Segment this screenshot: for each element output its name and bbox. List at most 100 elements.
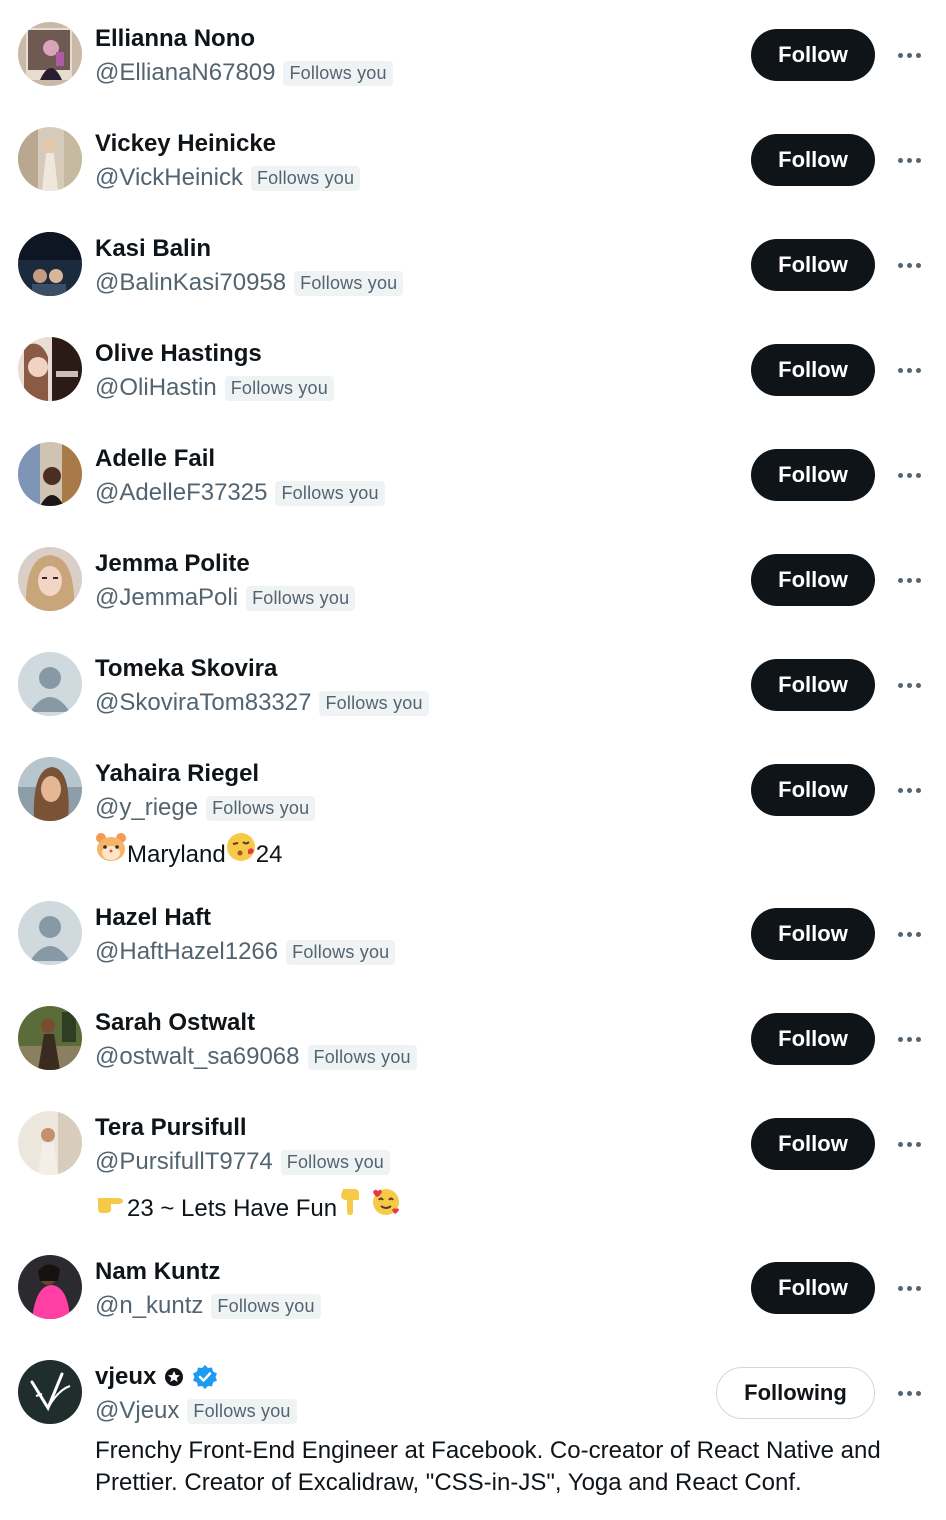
user-handle[interactable]: @SkoviraTom83327 (95, 689, 311, 717)
user-list: Ellianna Nono @EllianaN67809 Follows you … (0, 0, 946, 1520)
user-handle[interactable]: @JemmaPoli (95, 584, 238, 612)
user-bio: Maryland 24 (95, 832, 915, 871)
user-handle[interactable]: @AdelleF37325 (95, 479, 267, 507)
more-options-icon[interactable] (893, 1129, 925, 1159)
display-name[interactable]: Tomeka Skovira (95, 655, 277, 683)
more-options-icon[interactable] (893, 40, 925, 70)
user-handle[interactable]: @BalinKasi70958 (95, 269, 286, 297)
avatar[interactable] (18, 1006, 82, 1070)
more-options-icon[interactable] (893, 1024, 925, 1054)
display-name[interactable]: Vickey Heinicke (95, 130, 276, 158)
display-name[interactable]: Hazel Haft (95, 904, 211, 932)
more-options-icon[interactable] (893, 250, 925, 280)
user-cell[interactable]: Olive Hastings @OliHastin Follows you Fol… (0, 315, 946, 420)
avatar[interactable] (18, 22, 82, 86)
avatar[interactable] (18, 337, 82, 401)
follow-button[interactable]: Follow (751, 554, 875, 606)
more-options-icon[interactable] (893, 1273, 925, 1303)
follow-button[interactable]: Follow (751, 1262, 875, 1314)
avatar[interactable] (18, 127, 82, 191)
follow-button[interactable]: Follow (751, 659, 875, 711)
display-name[interactable]: vjeux (95, 1363, 156, 1391)
user-cell[interactable]: Adelle Fail @AdelleF37325 Follows you Fol… (0, 420, 946, 525)
follows-you-badge: Follows you (307, 1044, 417, 1070)
pointing-right-emoji-icon (95, 1186, 127, 1216)
avatar[interactable] (18, 1255, 82, 1319)
avatar[interactable] (18, 547, 82, 611)
bio-text: Maryland (127, 841, 226, 868)
follow-button[interactable]: Follow (751, 29, 875, 81)
display-name[interactable]: Sarah Ostwalt (95, 1009, 255, 1037)
follows-you-badge: Follows you (319, 690, 429, 716)
affiliate-badge-icon (164, 1367, 184, 1387)
user-cell[interactable]: Tomeka Skovira @SkoviraTom83327 Follows y… (0, 630, 946, 735)
display-name[interactable]: Adelle Fail (95, 445, 215, 473)
more-options-icon[interactable] (893, 919, 925, 949)
follows-you-badge: Follows you (250, 165, 361, 191)
verified-badge-icon[interactable] (192, 1364, 218, 1390)
more-options-icon[interactable] (893, 460, 925, 490)
follows-you-badge: Follows you (206, 795, 316, 821)
avatar[interactable] (18, 442, 82, 506)
follows-you-badge: Follows you (224, 375, 334, 401)
avatar[interactable] (18, 1360, 82, 1424)
follow-button[interactable]: Follow (751, 134, 875, 186)
more-options-icon[interactable] (893, 775, 925, 805)
follows-you-badge: Follows you (286, 939, 396, 965)
user-handle[interactable]: @OliHastin (95, 374, 217, 402)
follow-button[interactable]: Follow (751, 449, 875, 501)
follow-button[interactable]: Follow (751, 344, 875, 396)
display-name[interactable]: Jemma Polite (95, 550, 250, 578)
avatar[interactable] (18, 1111, 82, 1175)
follow-button[interactable]: Follow (751, 239, 875, 291)
smiling-face-with-hearts-emoji-icon (370, 1186, 402, 1216)
user-handle[interactable]: @EllianaN67809 (95, 59, 275, 87)
follow-button[interactable]: Follow (751, 1013, 875, 1065)
user-handle[interactable]: @HaftHazel1266 (95, 938, 278, 966)
avatar[interactable] (18, 232, 82, 296)
user-handle[interactable]: @n_kuntz (95, 1292, 203, 1320)
more-options-icon[interactable] (893, 670, 925, 700)
display-name[interactable]: Nam Kuntz (95, 1258, 220, 1286)
more-options-icon[interactable] (893, 1378, 925, 1408)
user-cell[interactable]: Hazel Haft @HaftHazel1266 Follows you Fol… (0, 879, 946, 984)
user-cell[interactable]: Tera Pursifull @PursifullT9774 Follows yo… (0, 1089, 946, 1233)
user-handle[interactable]: @Vjeux (95, 1397, 179, 1425)
user-cell[interactable]: Jemma Polite @JemmaPoli Follows you Follo… (0, 525, 946, 630)
user-handle[interactable]: @PursifullT9774 (95, 1148, 273, 1176)
more-options-icon[interactable] (893, 355, 925, 385)
user-handle[interactable]: @y_riege (95, 794, 198, 822)
more-options-icon[interactable] (893, 145, 925, 175)
display-name[interactable]: Yahaira Riegel (95, 760, 259, 788)
user-cell[interactable]: vjeux @Vjeux Follows you Frenchy Front-En… (0, 1338, 946, 1520)
user-bio: Frenchy Front-End Engineer at Facebook. … (95, 1437, 881, 1496)
default-avatar-icon[interactable] (18, 652, 82, 716)
user-handle[interactable]: @ostwalt_sa69068 (95, 1043, 300, 1071)
follows-you-badge: Follows you (283, 60, 393, 86)
user-cell[interactable]: Nam Kuntz @n_kuntz Follows you Follow (0, 1233, 946, 1338)
user-cell[interactable]: Ellianna Nono @EllianaN67809 Follows you … (0, 0, 946, 105)
follows-you-badge: Follows you (211, 1293, 321, 1319)
bio-text-suffix: 24 (255, 841, 283, 868)
user-cell[interactable]: Yahaira Riegel @y_riege Follows you Maryl… (0, 735, 946, 879)
follow-button[interactable]: Follow (751, 764, 875, 816)
follow-button[interactable]: Follow (751, 908, 875, 960)
kissing-face-emoji-icon (226, 832, 256, 862)
user-cell[interactable]: Vickey Heinicke @VickHeinick Follows you … (0, 105, 946, 210)
display-name[interactable]: Ellianna Nono (95, 25, 255, 53)
display-name[interactable]: Tera Pursifull (95, 1114, 247, 1142)
default-avatar-icon[interactable] (18, 901, 82, 965)
follow-button[interactable]: Follow (751, 1118, 875, 1170)
user-cell[interactable]: Kasi Balin @BalinKasi70958 Follows you Fo… (0, 210, 946, 315)
user-handle[interactable]: @VickHeinick (95, 164, 243, 192)
display-name[interactable]: Kasi Balin (95, 235, 211, 263)
display-name[interactable]: Olive Hastings (95, 340, 262, 368)
follows-you-badge: Follows you (275, 480, 385, 506)
more-options-icon[interactable] (893, 565, 925, 595)
follows-you-badge: Follows you (246, 585, 356, 611)
following-button[interactable]: Following (716, 1367, 875, 1419)
user-cell[interactable]: Sarah Ostwalt @ostwalt_sa69068 Follows yo… (0, 984, 946, 1089)
follows-you-badge: Follows you (187, 1398, 297, 1424)
avatar[interactable] (18, 757, 82, 821)
hamster-emoji-icon (95, 832, 127, 862)
